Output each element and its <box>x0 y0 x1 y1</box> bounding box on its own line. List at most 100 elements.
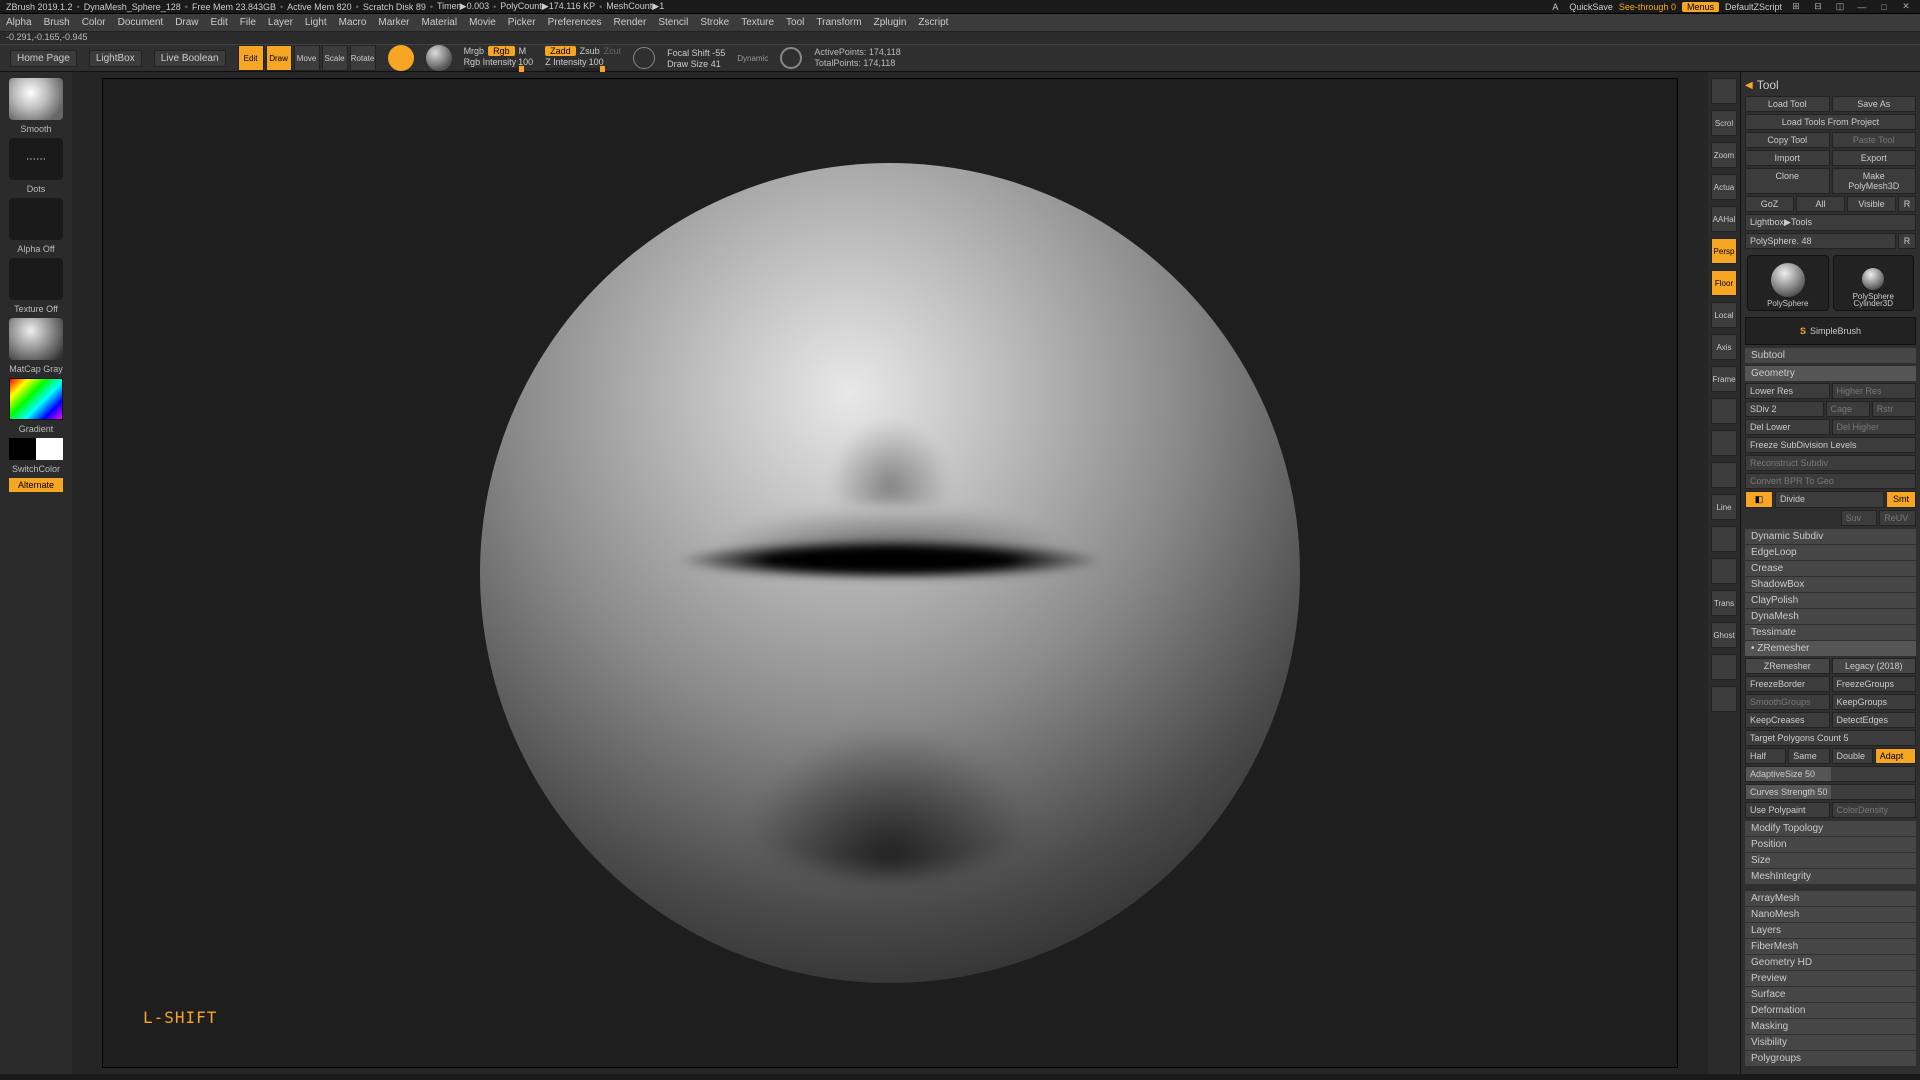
colordensity-button[interactable]: ColorDensity <box>1832 802 1917 818</box>
menu-light[interactable]: Light <box>305 17 327 28</box>
focal-shift-value[interactable]: -55 <box>712 48 725 58</box>
section-dynamic-subdiv[interactable]: Dynamic Subdiv <box>1745 529 1916 544</box>
paste-tool-button[interactable]: Paste Tool <box>1832 132 1917 148</box>
nav-icon-10[interactable] <box>1711 398 1737 424</box>
lightbox-tools[interactable]: Lightbox▶Tools <box>1745 214 1916 231</box>
section-zremesher[interactable]: • ZRemesher <box>1745 641 1916 656</box>
draw-mode-button[interactable]: Draw <box>266 45 292 71</box>
adaptive-size-slider[interactable]: AdaptiveSize 50 <box>1745 766 1916 782</box>
menu-file[interactable]: File <box>240 17 256 28</box>
zremesher-button[interactable]: ZRemesher <box>1745 658 1830 674</box>
z-intensity-slider[interactable] <box>545 68 605 71</box>
section-visibility[interactable]: Visibility <box>1745 1035 1916 1050</box>
section-subtool[interactable]: Subtool <box>1745 348 1916 363</box>
nav-actual[interactable]: Actua <box>1711 174 1737 200</box>
section-edgeloop[interactable]: EdgeLoop <box>1745 545 1916 560</box>
clone-button[interactable]: Clone <box>1745 168 1830 194</box>
menus-toggle[interactable]: Menus <box>1682 2 1719 12</box>
tool-name[interactable]: PolySphere. 48 <box>1745 233 1896 249</box>
goz-r-button[interactable]: R <box>1898 196 1916 212</box>
layout-btn-2[interactable]: ⊟ <box>1810 1 1826 13</box>
nav-icon-18[interactable] <box>1711 654 1737 680</box>
reconstruct-button[interactable]: Reconstruct Subdiv <box>1745 455 1916 471</box>
double-button[interactable]: Double <box>1832 748 1873 764</box>
menu-stencil[interactable]: Stencil <box>658 17 688 28</box>
nav-floor[interactable]: Floor <box>1711 270 1737 296</box>
nav-line-fill[interactable]: Line <box>1711 494 1737 520</box>
section-masking[interactable]: Masking <box>1745 1019 1916 1034</box>
seethrough-slider[interactable]: See-through 0 <box>1619 2 1676 12</box>
section-claypolish[interactable]: ClayPolish <box>1745 593 1916 608</box>
menu-zplugin[interactable]: Zplugin <box>874 17 907 28</box>
menu-layer[interactable]: Layer <box>268 17 293 28</box>
zadd-button[interactable]: Zadd <box>545 46 576 56</box>
section-tessimate[interactable]: Tessimate <box>1745 625 1916 640</box>
menu-macro[interactable]: Macro <box>339 17 367 28</box>
freezegroups-button[interactable]: FreezeGroups <box>1832 676 1917 692</box>
alpha-thumb[interactable] <box>9 198 63 240</box>
brush-thumb[interactable] <box>9 78 63 120</box>
live-boolean-button[interactable]: Live Boolean <box>154 50 226 67</box>
section-geometry[interactable]: Geometry <box>1745 366 1916 381</box>
copy-tool-button[interactable]: Copy Tool <box>1745 132 1830 148</box>
edit-mode-button[interactable]: Edit <box>238 45 264 71</box>
nav-transp[interactable]: Trans <box>1711 590 1737 616</box>
section-crease[interactable]: Crease <box>1745 561 1916 576</box>
zsub-button[interactable]: Zsub <box>580 46 600 56</box>
adapt-button[interactable]: Adapt <box>1875 748 1916 764</box>
nav-icon-11[interactable] <box>1711 430 1737 456</box>
same-button[interactable]: Same <box>1788 748 1829 764</box>
load-project-button[interactable]: Load Tools From Project <box>1745 114 1916 130</box>
nav-axis[interactable]: Axis <box>1711 334 1737 360</box>
tool-r-button[interactable]: R <box>1898 233 1916 249</box>
quicksave-button[interactable]: QuickSave <box>1569 2 1613 12</box>
curves-strength-slider[interactable]: Curves Strength 50 <box>1745 784 1916 800</box>
cage-button[interactable]: Cage <box>1826 401 1870 417</box>
tool-slot-1[interactable]: PolySphereCylinder3D <box>1833 255 1915 311</box>
freezeborder-button[interactable]: FreezeBorder <box>1745 676 1830 692</box>
draw-size-value[interactable]: 41 <box>711 59 721 69</box>
refresh-icon[interactable] <box>780 47 802 69</box>
gyro-icon[interactable] <box>388 45 414 71</box>
legacy-button[interactable]: Legacy (2018) <box>1832 658 1917 674</box>
section-shadowbox[interactable]: ShadowBox <box>1745 577 1916 592</box>
nav-frame[interactable]: Frame <box>1711 366 1737 392</box>
menu-document[interactable]: Document <box>118 17 164 28</box>
move-mode-button[interactable]: Move <box>294 45 320 71</box>
simplebrush-button[interactable]: SSimpleBrush <box>1745 317 1916 345</box>
tool-slot-0[interactable]: PolySphere <box>1747 255 1829 311</box>
menu-edit[interactable]: Edit <box>211 17 228 28</box>
detectedges-button[interactable]: DetectEdges <box>1832 712 1917 728</box>
viewport[interactable]: L-SHIFT <box>72 72 1708 1074</box>
lightbox-button[interactable]: LightBox <box>89 50 142 67</box>
rstr-button[interactable]: Rstr <box>1872 401 1916 417</box>
canvas[interactable]: L-SHIFT <box>102 78 1678 1068</box>
save-as-button[interactable]: Save As <box>1832 96 1917 112</box>
section-modify-topology[interactable]: Modify Topology <box>1745 821 1916 836</box>
goz-button[interactable]: GoZ <box>1745 196 1794 212</box>
section-nanomesh[interactable]: NanoMesh <box>1745 907 1916 922</box>
section-surface[interactable]: Surface <box>1745 987 1916 1002</box>
load-tool-button[interactable]: Load Tool <box>1745 96 1830 112</box>
menu-zscript[interactable]: Zscript <box>918 17 948 28</box>
sphere-icon[interactable] <box>426 45 452 71</box>
freeze-subdiv-button[interactable]: Freeze SubDivision Levels <box>1745 437 1916 453</box>
convert-bpr-button[interactable]: Convert BPR To Geo <box>1745 473 1916 489</box>
menu-texture[interactable]: Texture <box>741 17 774 28</box>
smt-button[interactable]: Smt <box>1886 491 1916 508</box>
gradient-label[interactable]: Gradient <box>19 424 54 434</box>
home-page-button[interactable]: Home Page <box>10 50 77 67</box>
menu-tool[interactable]: Tool <box>786 17 804 28</box>
section-dynamesh[interactable]: DynaMesh <box>1745 609 1916 624</box>
menu-color[interactable]: Color <box>82 17 106 28</box>
divide-button[interactable]: Divide <box>1775 491 1884 508</box>
lower-res-button[interactable]: Lower Res <box>1745 383 1830 399</box>
section-position[interactable]: Position <box>1745 837 1916 852</box>
switchcolor-button[interactable]: SwitchColor <box>12 464 60 474</box>
stroke-thumb[interactable]: ⋯⋯ <box>9 138 63 180</box>
higher-res-button[interactable]: Higher Res <box>1832 383 1917 399</box>
section-layers[interactable]: Layers <box>1745 923 1916 938</box>
section-polygroups[interactable]: Polygroups <box>1745 1051 1916 1066</box>
import-button[interactable]: Import <box>1745 150 1830 166</box>
rgb-button[interactable]: Rgb <box>488 46 515 56</box>
